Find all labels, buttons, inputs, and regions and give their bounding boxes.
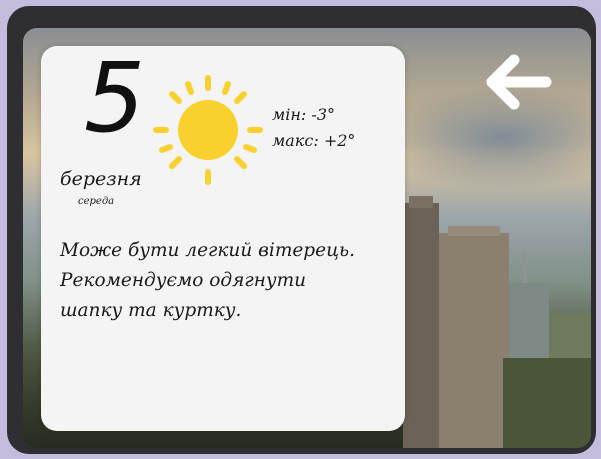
temperature-range: мін: -3° макс: +2° [272, 102, 355, 154]
min-label: мін: [272, 105, 307, 124]
min-value: -3° [311, 105, 335, 124]
min-temperature: мін: -3° [272, 102, 355, 128]
arrow-left-icon[interactable] [484, 52, 556, 112]
max-value: +2° [323, 131, 356, 150]
max-temperature: макс: +2° [272, 128, 355, 154]
advice-line: Може бути легкий вітерець. [60, 240, 355, 261]
weather-advice: Може бути легкий вітерець. Рекомендуємо … [60, 236, 390, 326]
max-label: макс: [272, 131, 319, 150]
weekday-label: середа [78, 196, 115, 207]
month-label: березня [60, 168, 142, 190]
day-number: 5 [84, 42, 146, 154]
sun-icon [153, 75, 263, 185]
advice-line: шапку та куртку. [60, 300, 242, 321]
advice-line: Рекомендуємо одягнути [60, 270, 307, 291]
